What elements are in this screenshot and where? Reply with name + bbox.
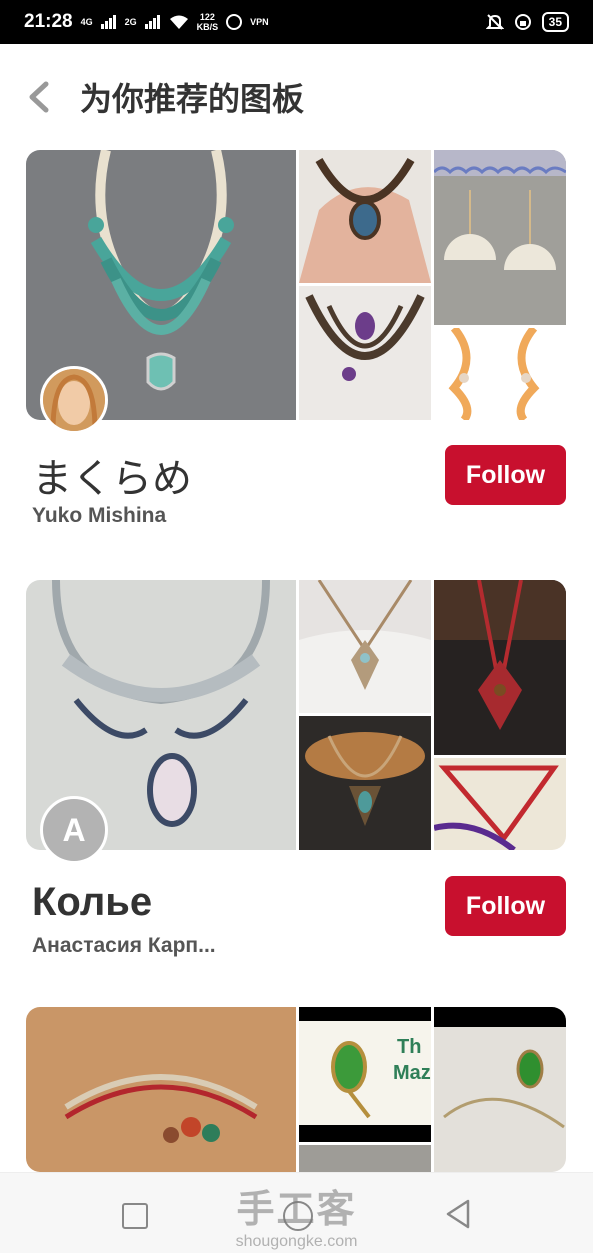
board-image-2 [299, 580, 431, 713]
vpn-shield-icon [226, 14, 243, 30]
board-card[interactable]: A Колье Анастасия Карп... Follow [26, 580, 566, 957]
signal-icon-2 [144, 15, 160, 29]
board-image-4 [434, 580, 566, 755]
board-image-2 [299, 150, 431, 283]
vpn-label: VPN [250, 17, 269, 27]
avatar[interactable]: A [40, 796, 108, 864]
board-image-5 [434, 328, 566, 420]
bell-muted-icon [485, 14, 504, 30]
board-image-main [26, 1007, 296, 1172]
board-title[interactable]: Колье [32, 880, 152, 925]
avatar-portrait [43, 369, 105, 431]
lock-rotation-icon [514, 14, 531, 30]
board-image-3 [434, 1007, 566, 1172]
board-mosaic[interactable] [26, 150, 566, 420]
image-text: Maz [393, 1062, 431, 1084]
network-4g: 4G [80, 17, 93, 27]
follow-button[interactable]: Follow [445, 876, 566, 936]
back-arrow-icon[interactable] [26, 80, 52, 114]
page-title: 为你推荐的图板 [80, 80, 305, 118]
network-2g: 2G [124, 17, 137, 27]
watermark-cn: 手工客 [236, 1187, 357, 1231]
board-image-3 [299, 286, 431, 420]
network-speed: 122 KB/S [196, 12, 219, 32]
signal-icon [100, 15, 116, 29]
watermark-en: shougongke.com [235, 1233, 358, 1250]
board-mosaic[interactable] [26, 580, 566, 850]
board-image-2: Th Maz [299, 1007, 431, 1142]
board-image-4 [434, 150, 566, 325]
follow-button[interactable]: Follow [445, 445, 566, 505]
board-card[interactable]: まくらめ Yuko Mishina Follow [26, 150, 566, 527]
status-time: 21:28 [24, 11, 73, 32]
avatar[interactable] [40, 366, 108, 434]
board-mosaic[interactable]: Th Maz [26, 1007, 566, 1172]
battery-indicator: 35 [541, 12, 569, 32]
wifi-icon [169, 15, 188, 29]
board-image-3 [299, 716, 431, 850]
board-card[interactable]: Th Maz [26, 1007, 566, 1172]
status-bar: 21:28 4G 2G 122 KB/S VPN 35 [0, 0, 593, 44]
board-image-4 [299, 1145, 431, 1172]
watermark: 手工客 shougongke.com [0, 1172, 593, 1251]
app-header: 为你推荐的图板 [0, 44, 593, 150]
board-title[interactable]: まくらめ [32, 446, 192, 504]
board-owner[interactable]: Yuko Mishina [32, 504, 166, 528]
board-owner[interactable]: Анастасия Карп... [32, 934, 216, 958]
image-text: Th [397, 1036, 421, 1058]
board-image-5 [434, 758, 566, 850]
